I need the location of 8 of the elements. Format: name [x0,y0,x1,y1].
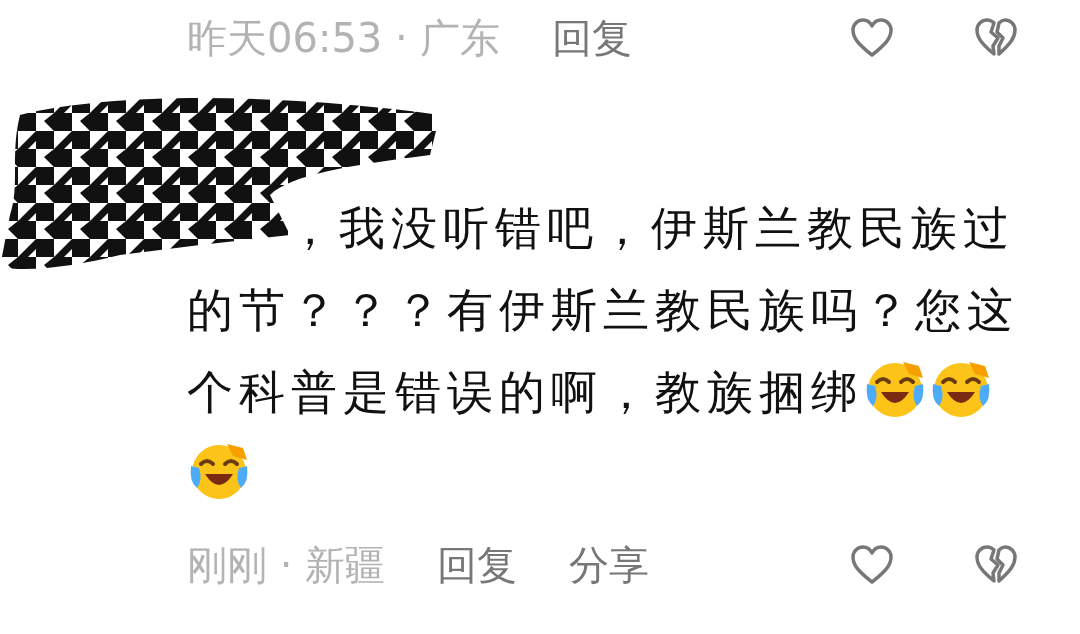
comment-text: ，我没听错吧，伊斯兰教民族过 [287,201,1015,255]
reply-link[interactable]: 回复 [552,10,633,66]
share-link[interactable]: 分享 [569,537,650,593]
comment-meta: 昨天06:53 · 广东 [187,13,501,63]
comment-text: 个科普是错误的啊，教族捆绑 [187,365,863,419]
reply-link[interactable]: 回复 [437,537,518,593]
comment-text: 的节？？？有伊斯兰教民族吗？您这 [187,283,1019,337]
comment-meta: 刚刚 · 新疆 [187,540,386,590]
